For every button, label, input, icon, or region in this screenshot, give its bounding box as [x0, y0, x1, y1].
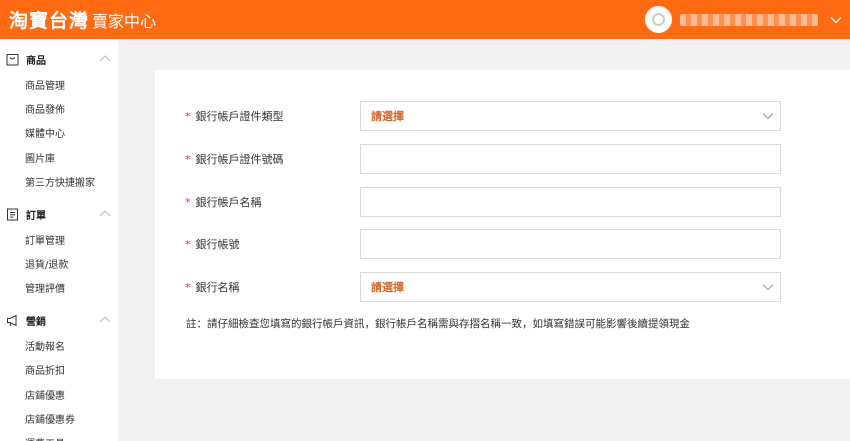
form-label: * 銀行帳戶名稱	[185, 187, 262, 217]
bank-name-select[interactable]: 請選擇	[360, 272, 781, 302]
sidebar-group-orders[interactable]: 訂單	[0, 202, 118, 227]
sidebar-item-order-management[interactable]: 訂單管理	[0, 227, 118, 251]
form-row-id-number: * 銀行帳戶證件號碼	[155, 144, 850, 174]
form-label: * 銀行帳號	[185, 229, 240, 259]
sidebar-item-event-signup[interactable]: 活動報名	[0, 333, 118, 357]
sidebar-item-third-party-migration[interactable]: 第三方快捷搬家	[0, 170, 118, 194]
form-label: * 銀行帳戶證件類型	[185, 101, 284, 131]
form-row-bank-name: * 銀行名稱 請選擇	[155, 272, 850, 302]
chevron-down-icon	[762, 283, 774, 291]
sidebar-group-label: 營銷	[26, 317, 46, 329]
chevron-down-icon	[762, 112, 774, 120]
sidebar-item-image-library[interactable]: 圖片庫	[0, 145, 118, 169]
sidebar-item-manage-reviews[interactable]: 管理評價	[0, 276, 118, 300]
chevron-up-icon[interactable]	[99, 55, 111, 62]
form-label: * 銀行名稱	[185, 272, 240, 302]
sidebar: 商品 商品管理 商品發佈 媒體中心 圖片庫 第三方快捷搬家 訂單 訂單管理 退貨…	[0, 39, 118, 441]
select-value: 請選擇	[371, 281, 404, 294]
brand-subtitle: 賣家中心	[92, 12, 157, 31]
sidebar-group-marketing[interactable]: 營銷	[0, 308, 118, 333]
form-row-account-number: * 銀行帳號	[155, 229, 850, 259]
form-row-account-name: * 銀行帳戶名稱	[155, 187, 850, 217]
sidebar-item-store-coupon[interactable]: 店鋪優惠券	[0, 406, 118, 430]
required-mark: *	[185, 237, 191, 251]
bag-icon	[6, 53, 19, 66]
chevron-down-icon[interactable]	[830, 16, 842, 24]
form-label-text: 銀行帳戶名稱	[195, 196, 262, 209]
id-type-select[interactable]: 請選擇	[360, 101, 781, 131]
required-mark: *	[185, 152, 191, 166]
account-number-input[interactable]	[360, 229, 781, 259]
avatar[interactable]	[645, 6, 672, 33]
order-list-icon	[6, 208, 19, 221]
form-label: * 銀行帳戶證件號碼	[185, 144, 284, 174]
sidebar-item-media-center[interactable]: 媒體中心	[0, 121, 118, 145]
user-menu[interactable]	[645, 6, 842, 33]
sidebar-item-product-publish[interactable]: 商品發佈	[0, 96, 118, 120]
sidebar-item-shipping-tools[interactable]: 運費工具	[0, 431, 118, 441]
sidebar-item-product-discount[interactable]: 商品折扣	[0, 358, 118, 382]
sidebar-group-label: 商品	[26, 56, 46, 67]
sidebar-item-product-management[interactable]: 商品管理	[0, 72, 118, 96]
required-mark: *	[185, 280, 191, 294]
sidebar-item-returns-refunds[interactable]: 退貨/退款	[0, 251, 118, 275]
form-label-text: 銀行帳號	[195, 238, 240, 251]
form-label-text: 銀行帳戶證件類型	[195, 110, 284, 123]
avatar-placeholder-icon	[652, 13, 665, 26]
account-name-input[interactable]	[360, 187, 781, 217]
username-redacted	[680, 13, 818, 26]
brand[interactable]: 淘寶台灣 賣家中心	[9, 6, 156, 33]
top-bar: 淘寶台灣 賣家中心	[0, 0, 850, 39]
chevron-up-icon[interactable]	[99, 316, 111, 323]
form-label-text: 銀行帳戶證件號碼	[195, 153, 284, 166]
bank-account-form-panel: * 銀行帳戶證件類型 請選擇 * 銀行帳戶證件號碼 * 銀行帳戶名稱 * 銀行帳…	[155, 70, 850, 379]
sidebar-group-products[interactable]: 商品	[0, 47, 118, 72]
required-mark: *	[185, 195, 191, 209]
sidebar-group-label: 訂單	[26, 210, 46, 222]
brand-logo: 淘寶台灣	[9, 10, 90, 32]
form-note: 註：請仔細檢查您填寫的銀行帳戶資訊，銀行帳戶名稱需與存摺名稱一致，如填寫錯誤可能…	[186, 318, 690, 330]
megaphone-icon	[6, 314, 19, 327]
chevron-up-icon[interactable]	[99, 210, 111, 217]
required-mark: *	[185, 109, 191, 123]
id-number-input[interactable]	[360, 144, 781, 174]
form-row-id-type: * 銀行帳戶證件類型 請選擇	[155, 101, 850, 131]
select-value: 請選擇	[371, 110, 404, 123]
form-label-text: 銀行名稱	[195, 281, 240, 294]
sidebar-item-store-promotion[interactable]: 店鋪優惠	[0, 382, 118, 406]
